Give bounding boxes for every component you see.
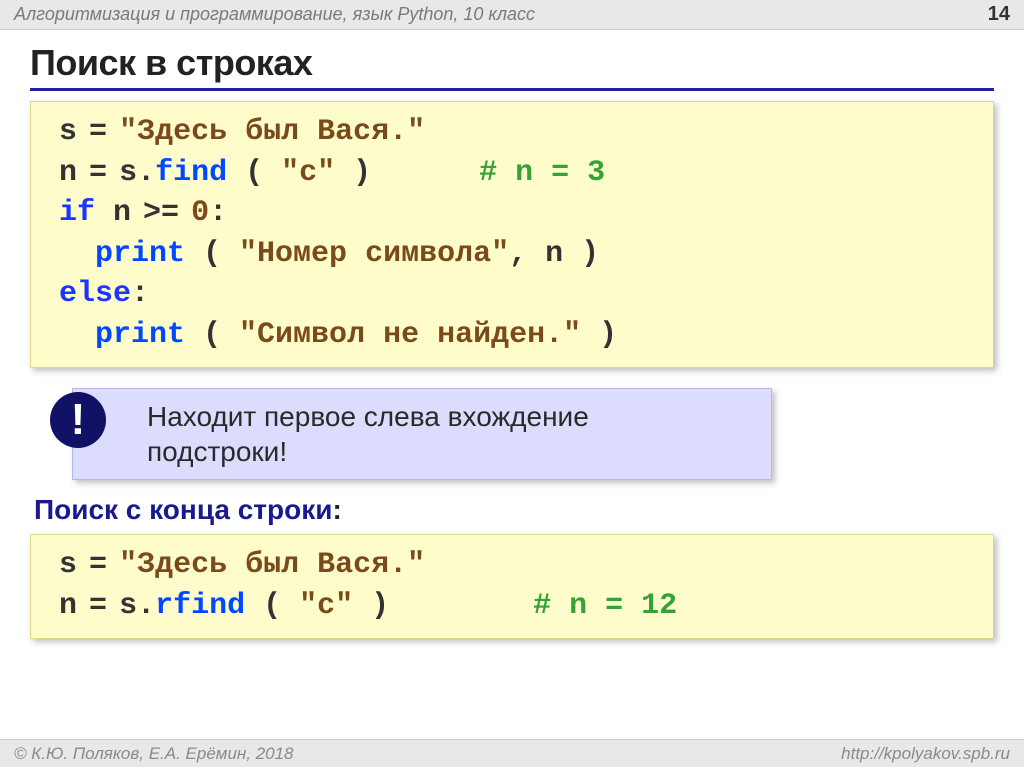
callout-body: Находит первое слева вхождение подстроки… [72,388,772,480]
page-title: Поиск в строках [30,42,994,84]
copyright: © К.Ю. Поляков, Е.А. Ерёмин, 2018 [14,744,294,764]
slide-content: Поиск в строках s = "Здесь был Вася." n … [0,30,1024,639]
code-block-rfind: s = "Здесь был Вася." n = s.rfind ( "с" … [30,534,994,639]
subheading: Поиск с конца строки: [34,494,994,526]
callout-line: подстроки! [147,434,753,469]
title-underline [30,88,994,91]
callout-line: Находит первое слева вхождение [147,399,753,434]
code-text: s = "Здесь был Вася." n = s.find ( "с" )… [59,115,617,352]
code-text: s = "Здесь был Вася." n = s.rfind ( "с" … [59,548,677,623]
exclamation-icon: ! [50,392,106,448]
footer-bar: © К.Ю. Поляков, Е.А. Ерёмин, 2018 http:/… [0,739,1024,767]
code-block-find: s = "Здесь был Вася." n = s.find ( "с" )… [30,101,994,368]
footer-url: http://kpolyakov.spb.ru [841,744,1010,764]
header-bar: Алгоритмизация и программирование, язык … [0,0,1024,30]
breadcrumb: Алгоритмизация и программирование, язык … [14,4,535,25]
info-callout: ! Находит первое слева вхождение подстро… [72,388,772,480]
page-number: 14 [988,3,1010,26]
